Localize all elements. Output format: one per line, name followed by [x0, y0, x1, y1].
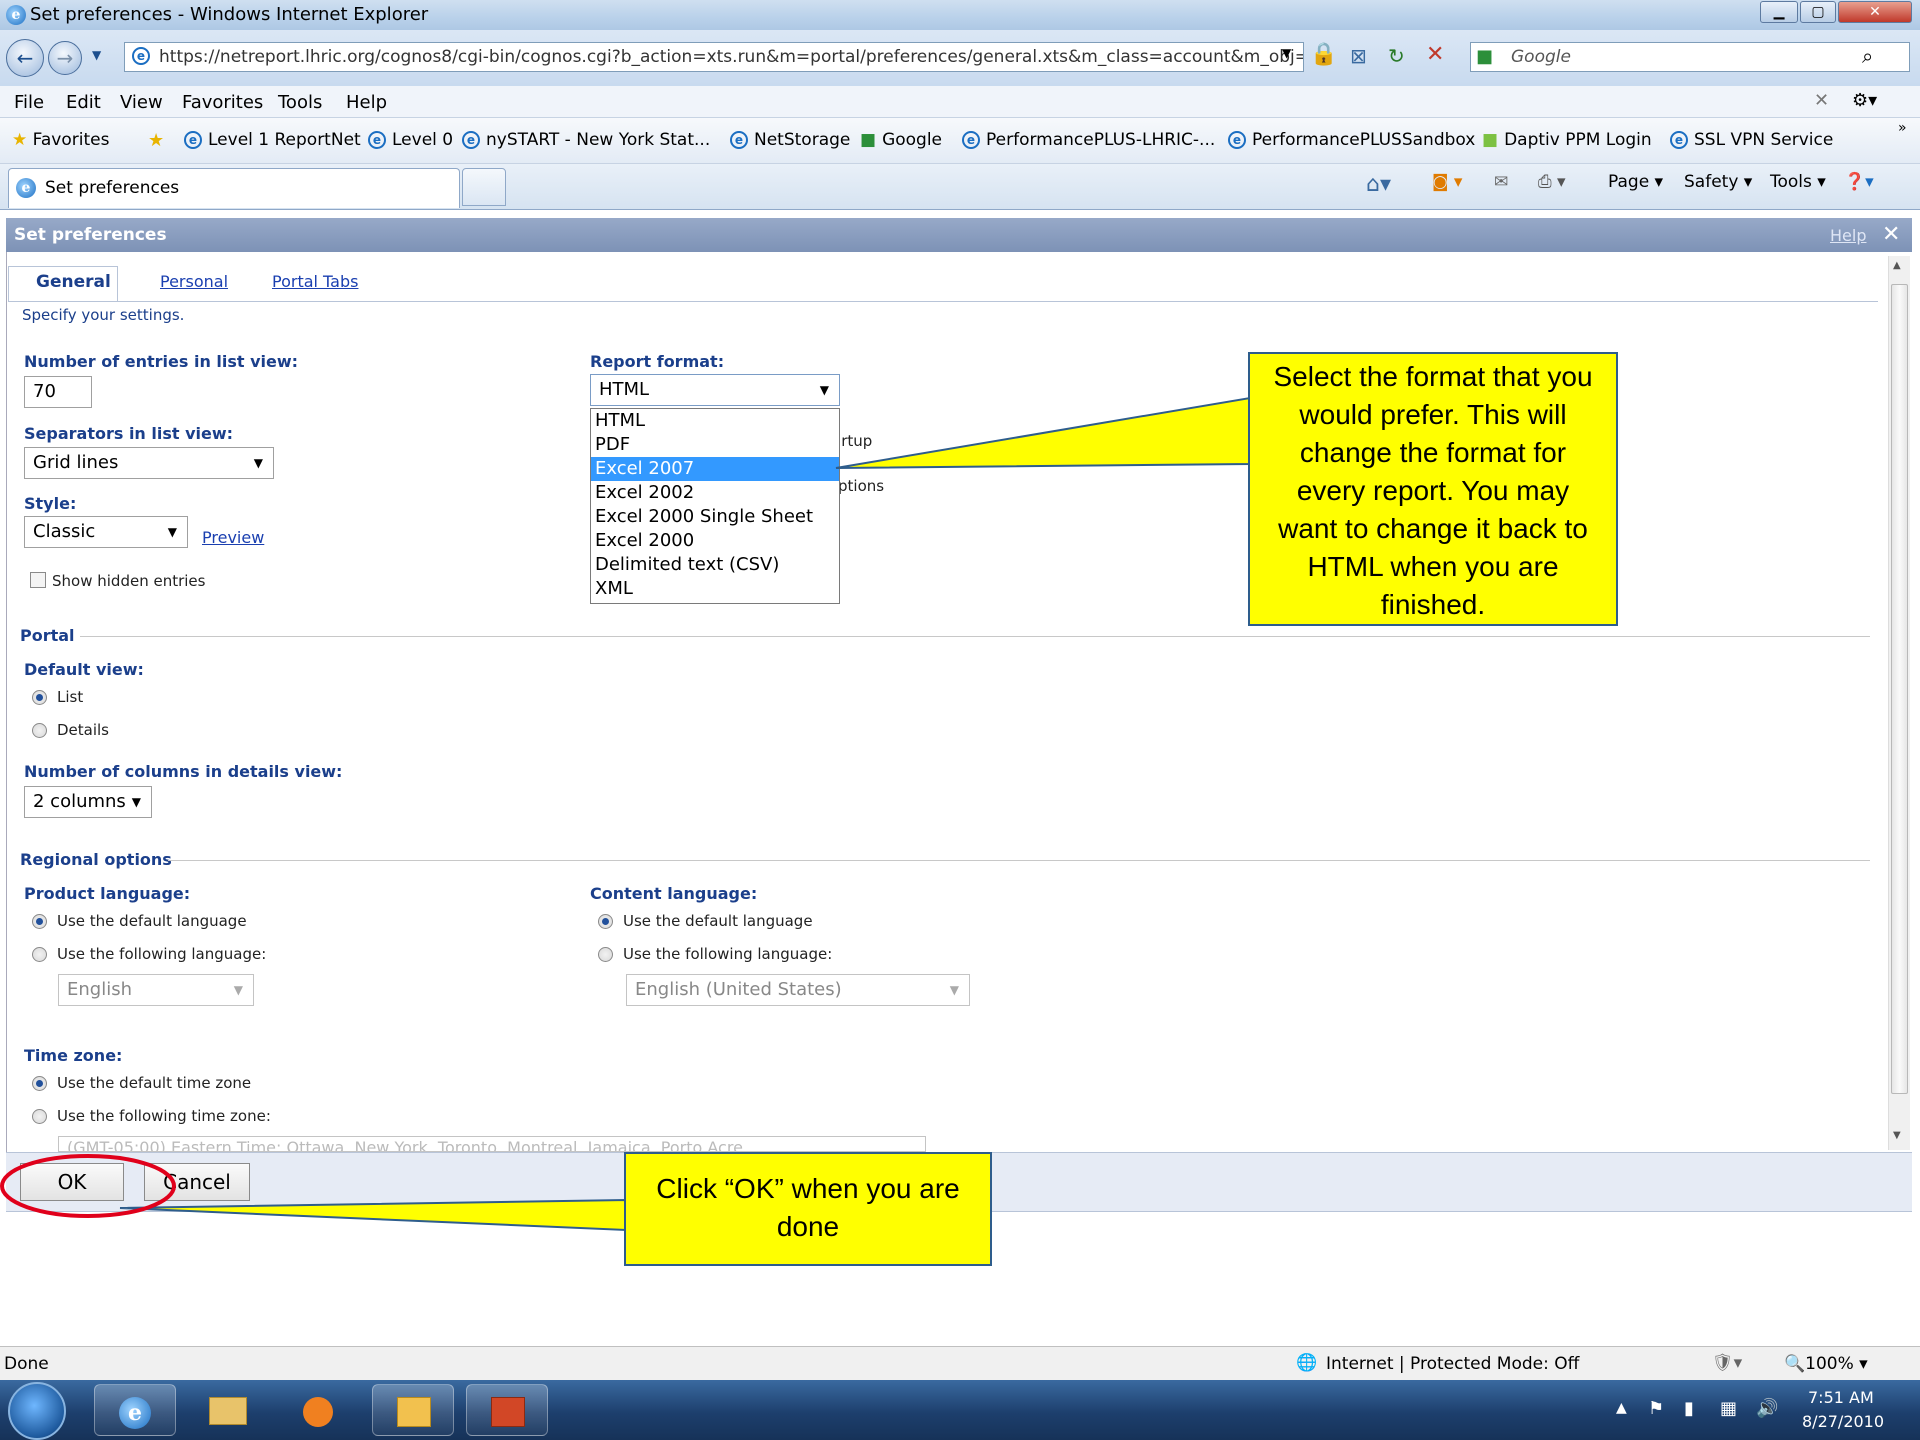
taskbar-powerpoint[interactable] — [466, 1384, 548, 1436]
taskbar-ie[interactable]: e — [94, 1384, 176, 1436]
taskbar-outlook[interactable] — [372, 1384, 454, 1436]
clock-date[interactable]: 8/27/2010 — [1802, 1412, 1884, 1431]
zoom-icon: 🔍 — [1784, 1354, 1806, 1374]
status-text: Done — [4, 1354, 49, 1374]
ok-callout: Click “OK” when you are done — [624, 1152, 992, 1266]
zoom-control[interactable]: 🔍100% ▾ — [1784, 1354, 1868, 1374]
taskbar-media[interactable] — [278, 1384, 360, 1436]
start-button[interactable] — [8, 1382, 66, 1440]
outlook-icon — [397, 1397, 431, 1427]
power-icon[interactable]: ▮ — [1684, 1398, 1694, 1419]
taskbar-explorer[interactable] — [186, 1384, 268, 1436]
folder-icon — [209, 1397, 247, 1425]
format-callout-pointer — [835, 396, 1251, 469]
security-icon[interactable]: 🛡▾ — [1712, 1353, 1742, 1373]
powerpoint-icon — [491, 1397, 525, 1427]
status-bar: Done 🌐 Internet | Protected Mode: Off 🛡▾… — [0, 1346, 1920, 1380]
network-icon[interactable]: ▦ — [1720, 1398, 1737, 1419]
globe-icon: 🌐 — [1296, 1353, 1318, 1373]
flag-icon[interactable]: ⚑ — [1648, 1398, 1664, 1419]
media-icon — [303, 1397, 333, 1427]
ie-icon: e — [119, 1397, 151, 1429]
format-callout: Select the format that you would prefer.… — [1248, 352, 1618, 626]
ok-highlight-circle — [0, 1154, 176, 1218]
ok-callout-pointer — [119, 1198, 627, 1232]
volume-icon[interactable]: 🔊 — [1756, 1398, 1778, 1419]
tray-expand-icon[interactable]: ▲ — [1616, 1400, 1627, 1416]
clock-time[interactable]: 7:51 AM — [1808, 1388, 1874, 1407]
zone-text: Internet | Protected Mode: Off — [1326, 1354, 1580, 1374]
